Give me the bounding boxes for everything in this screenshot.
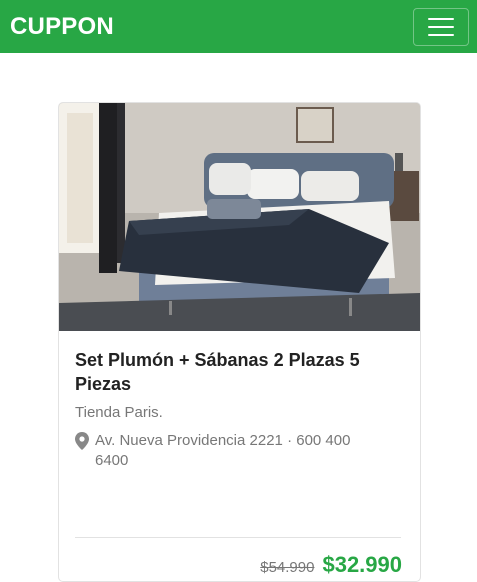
original-price: $54.990: [260, 559, 315, 576]
price-row: $54.990 $32.990: [260, 552, 402, 578]
brand-logo[interactable]: CUPPON: [10, 13, 114, 41]
map-pin-icon: [75, 432, 89, 450]
discount-price: $32.990: [322, 552, 402, 577]
deal-title[interactable]: Set Plumón + Sábanas 2 Plazas 5 Piezas: [75, 348, 405, 396]
menu-toggle-button[interactable]: [413, 7, 469, 46]
deal-image[interactable]: [59, 103, 420, 331]
card-divider: [75, 537, 401, 538]
hamburger-icon: [428, 17, 454, 20]
deal-card[interactable]: Set Plumón + Sábanas 2 Plazas 5 Piezas T…: [58, 102, 421, 582]
address-row: Av. Nueva Providencia 2221 · 600 400 640…: [75, 431, 385, 471]
store-address: Av. Nueva Providencia 2221 · 600 400 640…: [95, 432, 351, 469]
store-name: Tienda Paris.: [75, 404, 163, 421]
navbar: CUPPON: [0, 0, 477, 53]
